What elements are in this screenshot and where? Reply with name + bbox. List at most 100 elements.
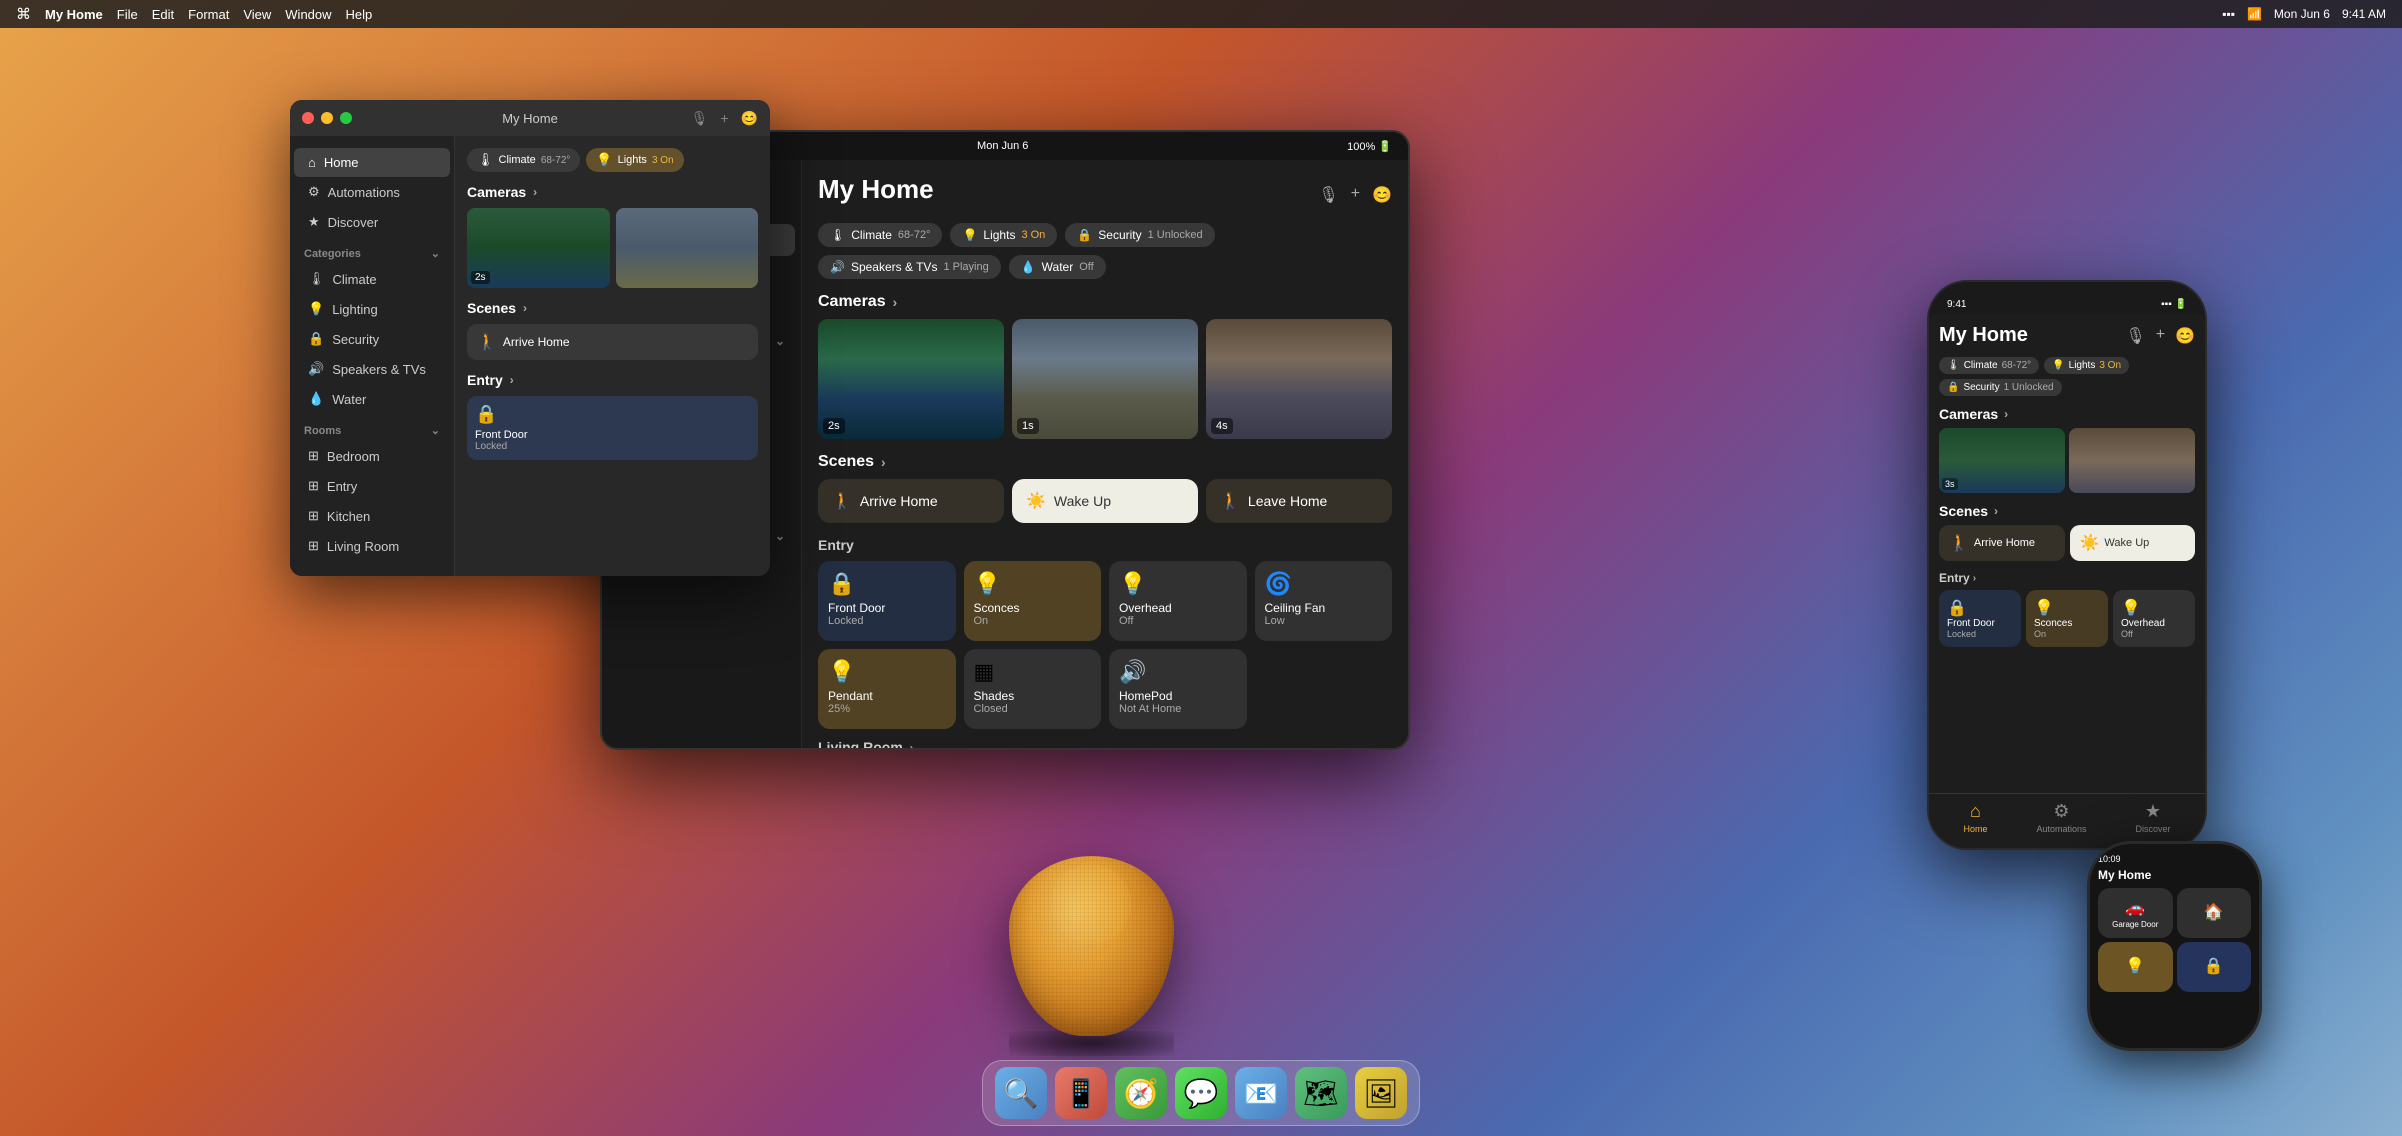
dock-launchpad[interactable]: 📱 — [1055, 1067, 1107, 1119]
chevron-categories[interactable]: ⌄ — [431, 247, 440, 260]
ipad-badge-water[interactable]: 💧 Water Off — [1009, 255, 1106, 279]
ipad-mic-icon[interactable]: 🎙 — [1318, 185, 1338, 205]
menu-date: Mon Jun 6 — [2274, 7, 2330, 21]
iphone-entry-devices: 🔒 Front Door Locked 💡 Sconces On 💡 Overh… — [1939, 590, 2195, 647]
maximize-button[interactable] — [340, 112, 352, 124]
scene-arrive-home[interactable]: 🚶 Arrive Home — [467, 324, 758, 360]
iphone-badge-climate[interactable]: 🌡 Climate 68-72° — [1939, 357, 2039, 374]
iphone-face-icon[interactable]: 😊 — [2175, 326, 2195, 346]
ipad-scene-leave-home[interactable]: 🚶 Leave Home — [1206, 479, 1392, 523]
ipad-badge-lights[interactable]: 💡 Lights 3 On — [950, 223, 1057, 247]
iphone-scene-wake-up[interactable]: ☀️ Wake Up — [2070, 525, 2196, 561]
living-room-arrow[interactable]: › — [910, 741, 914, 748]
sidebar-item-discover[interactable]: ★ Discover — [294, 207, 450, 237]
menu-edit[interactable]: Edit — [152, 7, 174, 22]
scenes-arrow[interactable]: › — [523, 301, 527, 315]
desktop-area: ⌘ My Home File Edit Format View Window H… — [0, 0, 2402, 1136]
dock-mail[interactable]: 📧 — [1235, 1067, 1287, 1119]
watch-card-garage[interactable]: 🚗 Garage Door — [2098, 888, 2173, 938]
menu-view[interactable]: View — [243, 7, 271, 22]
iphone-badge-lights[interactable]: 💡 Lights 3 On — [2044, 357, 2129, 374]
entry-arrow[interactable]: › — [510, 373, 514, 387]
ipad-lights-badge-icon: 💡 — [962, 228, 977, 242]
ipad-badge-speakers[interactable]: 🔊 Speakers & TVs 1 Playing — [818, 255, 1001, 279]
iphone-cam-indoor[interactable] — [2069, 428, 2195, 493]
iphone-cam-pool[interactable]: 3s — [1939, 428, 2065, 493]
iphone-tab-automations[interactable]: ⚙ Automations — [2036, 801, 2086, 834]
ipad-ceiling-fan[interactable]: 🌀 Ceiling Fan Low — [1255, 561, 1393, 641]
sidebar-item-speakers[interactable]: 🔊 Speakers & TVs — [294, 354, 450, 384]
minimize-button[interactable] — [321, 112, 333, 124]
iphone-tab-discover[interactable]: ★ Discover — [2135, 801, 2170, 834]
ipad-overhead[interactable]: 💡 Overhead Off — [1109, 561, 1247, 641]
ipad-rooms-chevron[interactable]: ⌄ — [775, 529, 785, 543]
dock-maps[interactable]: 🗺 — [1295, 1067, 1347, 1119]
sidebar-item-automations[interactable]: ⚙ Automations — [294, 177, 450, 207]
sidebar-item-bedroom[interactable]: ⊞ Bedroom — [294, 441, 450, 471]
watch-card-lock[interactable]: 🔒 — [2177, 942, 2252, 992]
chevron-rooms[interactable]: ⌄ — [431, 424, 440, 437]
iphone-tab-home-icon: ⌂ — [1970, 801, 1981, 822]
menu-format[interactable]: Format — [188, 7, 229, 22]
iphone-badge-security[interactable]: 🔒 Security 1 Unlocked — [1939, 379, 2062, 396]
menu-help[interactable]: Help — [346, 7, 373, 22]
ipad-scene-arrive-home[interactable]: 🚶 Arrive Home — [818, 479, 1004, 523]
iphone-scene-arrive-home[interactable]: 🚶 Arrive Home — [1939, 525, 2065, 561]
sidebar-item-water[interactable]: 💧 Water — [294, 384, 450, 414]
add-icon[interactable]: + — [720, 110, 728, 127]
close-button[interactable] — [302, 112, 314, 124]
ipad-sconces-status: On — [974, 615, 1092, 627]
watch-card-home[interactable]: 🏠 — [2177, 888, 2252, 938]
ipad-homepod[interactable]: 🔊 HomePod Not At Home — [1109, 649, 1247, 729]
ipad-pendant[interactable]: 💡 Pendant 25% — [818, 649, 956, 729]
iphone-cameras-arrow[interactable]: › — [2004, 407, 2008, 421]
ipad-front-door[interactable]: 🔒 Front Door Locked — [818, 561, 956, 641]
ipad-cam-pool[interactable]: 2s — [818, 319, 1004, 439]
iphone-sconces[interactable]: 💡 Sconces On — [2026, 590, 2108, 647]
dock-messages[interactable]: 💬 — [1175, 1067, 1227, 1119]
ipad-add-icon[interactable]: + — [1351, 185, 1360, 205]
iphone-front-door[interactable]: 🔒 Front Door Locked — [1939, 590, 2021, 647]
iphone-entry-arrow[interactable]: › — [1973, 573, 1976, 584]
menubar-left: ⌘ My Home File Edit Format View Window H… — [16, 5, 2206, 23]
iphone-mic-icon[interactable]: 🎙 — [2125, 326, 2145, 346]
app-name[interactable]: My Home — [45, 7, 103, 22]
ipad-cam-patio[interactable]: 1s — [1012, 319, 1198, 439]
ipad-badge-climate[interactable]: 🌡 Climate 68-72° — [818, 223, 942, 247]
ipad-categories-chevron[interactable]: ⌄ — [775, 334, 785, 348]
menu-window[interactable]: Window — [285, 7, 331, 22]
mic-icon[interactable]: 🎙 — [691, 110, 709, 127]
ipad-scenes-arrow[interactable]: › — [881, 455, 886, 470]
dock-safari[interactable]: 🧭 — [1115, 1067, 1167, 1119]
ipad-face-icon[interactable]: 😊 — [1372, 185, 1392, 205]
camera-pool[interactable]: 2s — [467, 208, 610, 288]
face-icon[interactable]: 😊 — [741, 110, 758, 127]
sidebar-item-security[interactable]: 🔒 Security — [294, 324, 450, 354]
sidebar-item-entry[interactable]: ⊞ Entry — [294, 471, 450, 501]
dock-finder[interactable]: 🔍 — [995, 1067, 1047, 1119]
menu-file[interactable]: File — [117, 7, 138, 22]
ipad-scene-wake-up[interactable]: ☀️ Wake Up — [1012, 479, 1198, 523]
iphone-overhead[interactable]: 💡 Overhead Off — [2113, 590, 2195, 647]
ipad-shades[interactable]: ▦ Shades Closed — [964, 649, 1102, 729]
mac-badge-climate[interactable]: 🌡 Climate 68-72° — [467, 148, 580, 172]
iphone-scenes-arrow[interactable]: › — [1994, 504, 1998, 518]
apple-menu[interactable]: ⌘ — [16, 5, 31, 23]
ipad-badge-security[interactable]: 🔒 Security 1 Unlocked — [1065, 223, 1214, 247]
sidebar-item-living-room[interactable]: ⊞ Living Room — [294, 531, 450, 561]
cameras-arrow[interactable]: › — [533, 185, 537, 199]
sidebar-item-climate[interactable]: 🌡 Climate — [294, 264, 450, 294]
ipad-sconces[interactable]: 💡 Sconces On — [964, 561, 1102, 641]
front-door-device[interactable]: 🔒 Front Door Locked — [467, 396, 758, 460]
sidebar-item-home[interactable]: ⌂ Home — [294, 148, 450, 177]
dock-photos[interactable]: 🖼 — [1355, 1067, 1407, 1119]
mac-badge-lights[interactable]: 💡 Lights 3 On — [586, 148, 683, 172]
sidebar-item-lighting[interactable]: 💡 Lighting — [294, 294, 450, 324]
watch-card-light[interactable]: 💡 — [2098, 942, 2173, 992]
ipad-cameras-arrow[interactable]: › — [893, 295, 898, 310]
sidebar-item-kitchen[interactable]: ⊞ Kitchen — [294, 501, 450, 531]
camera-patio[interactable] — [616, 208, 759, 288]
iphone-add-icon[interactable]: + — [2156, 326, 2165, 346]
ipad-cam-indoor[interactable]: 4s — [1206, 319, 1392, 439]
iphone-tab-home[interactable]: ⌂ Home — [1963, 801, 1987, 834]
